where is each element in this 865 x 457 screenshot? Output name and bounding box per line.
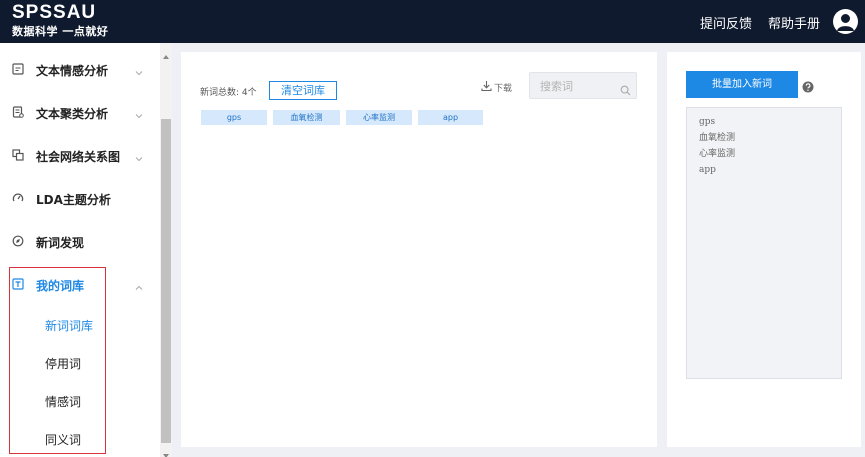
clear-lexicon-button[interactable]: 清空词库	[269, 81, 337, 100]
sidebar-item-label: 社会网络关系图	[36, 150, 121, 164]
chevron-down-icon	[134, 63, 144, 76]
search-input[interactable]	[540, 78, 618, 94]
batch-words-textarea-box: gps 血氧检测 心率监测 app	[686, 107, 842, 379]
user-avatar-icon[interactable]	[833, 9, 858, 34]
sidebar-item-my-lexicon[interactable]: 我的词库	[0, 270, 160, 300]
word-count-label: 新词总数: 4个	[200, 88, 257, 98]
search-icon[interactable]	[620, 81, 631, 96]
word-tag[interactable]: 心率监测	[346, 110, 412, 125]
scrollbar-thumb[interactable]	[161, 119, 171, 443]
scroll-down-arrow-icon[interactable]	[162, 445, 170, 457]
logo-title[interactable]: SPSSAU	[12, 2, 96, 24]
sidebar-item-lda[interactable]: LDA主题分析	[0, 184, 160, 214]
chevron-down-icon	[134, 149, 144, 162]
sidebar-item-label: 我的词库	[36, 279, 85, 293]
batch-add-panel: 批量加入新词 gps 血氧检测 心率监测 app	[667, 52, 861, 447]
word-tag[interactable]: app	[418, 110, 483, 125]
sentiment-doc-icon	[12, 63, 24, 75]
network-icon	[12, 149, 24, 161]
chevron-down-icon	[134, 106, 144, 119]
sidebar-subitem-stopwords[interactable]: 停用词	[0, 349, 160, 375]
sidebar-scrollbar[interactable]	[160, 43, 172, 457]
word-tag[interactable]: 血氧检测	[273, 110, 340, 125]
sidebar-item-text-cluster[interactable]: 文本聚类分析	[0, 98, 160, 128]
download-icon	[481, 81, 492, 92]
download-label: 下载	[494, 84, 513, 94]
sidebar-item-label: LDA主题分析	[36, 193, 111, 207]
lexicon-icon	[12, 278, 24, 290]
feedback-link[interactable]: 提问反馈	[700, 13, 752, 32]
cluster-doc-icon	[12, 106, 24, 118]
sidebar-item-social-network[interactable]: 社会网络关系图	[0, 141, 160, 171]
scroll-up-arrow-icon[interactable]	[162, 46, 170, 59]
chevron-up-icon	[134, 278, 144, 290]
batch-add-words-button[interactable]: 批量加入新词	[686, 71, 798, 98]
gauge-icon	[12, 192, 24, 204]
sidebar-item-label: 文本情感分析	[36, 64, 109, 78]
logo-subtitle: 数据科学 一点就好	[12, 25, 109, 38]
sidebar: 文本情感分析 文本聚类分析 社会网络关系图 LDA主题分析 新词发现 我的词库 …	[0, 43, 160, 457]
batch-words-textarea[interactable]: gps 血氧检测 心率监测 app	[687, 108, 841, 378]
compass-icon	[12, 235, 24, 247]
sidebar-item-label: 新词发现	[36, 236, 85, 250]
sidebar-subitem-sentiment-words[interactable]: 情感词	[0, 387, 160, 413]
sidebar-subitem-label: 同义词	[45, 433, 82, 447]
word-tag[interactable]: gps	[201, 110, 267, 125]
sidebar-item-new-word-discovery[interactable]: 新词发现	[0, 227, 160, 257]
word-list-panel: 新词总数: 4个 清空词库 下载 gps 血氧检测 心率监测 app	[181, 52, 657, 447]
sidebar-subitem-synonyms[interactable]: 同义词	[0, 425, 160, 451]
sidebar-subitem-new-words[interactable]: 新词词库	[0, 311, 160, 337]
sidebar-subitem-label: 停用词	[45, 357, 82, 371]
sidebar-subitem-label: 新词词库	[45, 319, 94, 333]
sidebar-item-label: 文本聚类分析	[36, 107, 109, 121]
sidebar-item-text-sentiment[interactable]: 文本情感分析	[0, 55, 160, 85]
sidebar-subitem-label: 情感词	[45, 395, 82, 409]
top-header: SPSSAU 数据科学 一点就好 提问反馈 帮助手册	[0, 0, 865, 43]
help-question-icon[interactable]	[802, 78, 814, 93]
search-box	[529, 72, 637, 99]
help-manual-link[interactable]: 帮助手册	[768, 13, 820, 32]
